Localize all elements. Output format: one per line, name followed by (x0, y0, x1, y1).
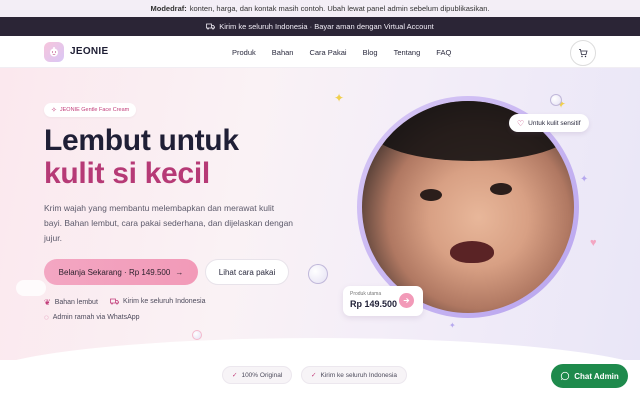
chat-admin-button[interactable]: Chat Admin (551, 364, 628, 388)
shipping-bar: Kirim ke seluruh Indonesia · Bayar aman … (0, 17, 640, 36)
feature-label: Kirim ke seluruh Indonesia (123, 298, 206, 305)
brand-name: JEONIE (70, 46, 109, 57)
main-product-price: Rp 149.500 (350, 299, 398, 309)
draft-notice-text: konten, harga, dan kontak masih contoh. … (189, 4, 490, 13)
main-nav: JEONIE Produk Bahan Cara Pakai Blog Tent… (0, 36, 640, 68)
photo-detail (490, 183, 512, 195)
baby-face-icon (44, 41, 64, 62)
feature-gentle-ingredients: ❦ Bahan lembut (44, 298, 98, 307)
nav-item-cara-pakai[interactable]: Cara Pakai (309, 48, 346, 57)
arrow-right-icon: → (175, 267, 184, 277)
check-icon: ✓ (232, 372, 238, 379)
nav-menu: Produk Bahan Cara Pakai Blog Tentang FAQ (232, 36, 467, 68)
hero-title-line2: kulit si kecil (44, 157, 210, 190)
trust-chip-shipping: ✓ Kirim ke seluruh Indonesia (301, 366, 408, 384)
nav-item-produk[interactable]: Produk (232, 48, 256, 57)
how-to-use-button[interactable]: Lihat cara pakai (205, 259, 289, 285)
trust-chip-original: ✓ 100% Original (222, 366, 293, 384)
sensitive-skin-chip: ♡ Untuk kulit sensitif (509, 114, 589, 132)
chat-admin-label: Chat Admin (574, 371, 619, 381)
hero-title-line1: Lembut untuk (44, 124, 239, 157)
draft-notice-prefix: Modedraf: (150, 4, 187, 13)
shop-now-button[interactable]: Belanja Sekarang · Rp 149.500 → (44, 259, 198, 285)
truck-icon (206, 23, 216, 30)
check-icon: ✓ (311, 372, 317, 379)
sparkle-icon: ✦ (334, 91, 345, 105)
whatsapp-icon (561, 371, 570, 381)
trust-chip-label: Kirim ke seluruh Indonesia (320, 371, 398, 379)
brand-logo[interactable]: JEONIE (44, 41, 109, 62)
shipping-text: Kirim ke seluruh Indonesia · Bayar aman … (219, 22, 434, 31)
nav-item-faq[interactable]: FAQ (436, 48, 451, 57)
feature-label: Bahan lembut (54, 299, 98, 306)
trust-chip-label: 100% Original (241, 371, 283, 379)
leaf-icon: ❦ (44, 298, 51, 307)
main-product-card[interactable]: Produk utama Rp 149.500 (343, 286, 423, 316)
nav-item-tentang[interactable]: Tentang (394, 48, 421, 57)
product-badge-label: JEONIE Gentle Face Cream (59, 107, 130, 113)
cart-button[interactable] (570, 40, 596, 66)
hero-description: Krim wajah yang membantu melembapkan dan… (44, 203, 294, 243)
bubble-decoration (192, 330, 202, 340)
truck-icon (110, 298, 119, 305)
sparkle-small-icon: ✧ (51, 107, 57, 114)
draft-notice-bar: Modedraf: konten, harga, dan kontak masi… (0, 0, 640, 17)
arrow-right-icon (399, 293, 414, 308)
baby-photo (362, 101, 574, 313)
how-to-use-label: Lihat cara pakai (218, 267, 276, 277)
cart-icon (579, 49, 588, 58)
hero-wave-divider (0, 338, 640, 360)
feature-whatsapp-admin: ◌ Admin ramah via WhatsApp (44, 313, 140, 322)
nav-item-bahan[interactable]: Bahan (272, 48, 294, 57)
product-badge: ✧ JEONIE Gentle Face Cream (44, 103, 137, 117)
cloud-decoration (16, 280, 46, 296)
bubble-decoration (308, 264, 328, 284)
heart-outline-icon: ♡ (517, 118, 525, 128)
sensitive-skin-label: Untuk kulit sensitif (528, 119, 581, 127)
nav-item-blog[interactable]: Blog (363, 48, 378, 57)
shop-now-label: Belanja Sekarang · Rp 149.500 (58, 267, 171, 277)
main-product-label: Produk utama (350, 291, 382, 297)
chat-bubble-icon: ◌ (44, 313, 49, 322)
photo-detail (450, 241, 494, 263)
feature-label: Admin ramah via WhatsApp (52, 314, 140, 321)
sparkle-icon: ✦ (580, 174, 589, 185)
sparkle-icon: ✦ (449, 321, 456, 330)
photo-detail (420, 189, 442, 201)
hero-section: ✧ JEONIE Gentle Face Cream Lembut untuk … (0, 68, 640, 360)
heart-icon: ♥ (590, 237, 597, 249)
hero-title: Lembut untuk kulit si kecil (44, 124, 239, 190)
feature-shipping: Kirim ke seluruh Indonesia (110, 298, 206, 305)
